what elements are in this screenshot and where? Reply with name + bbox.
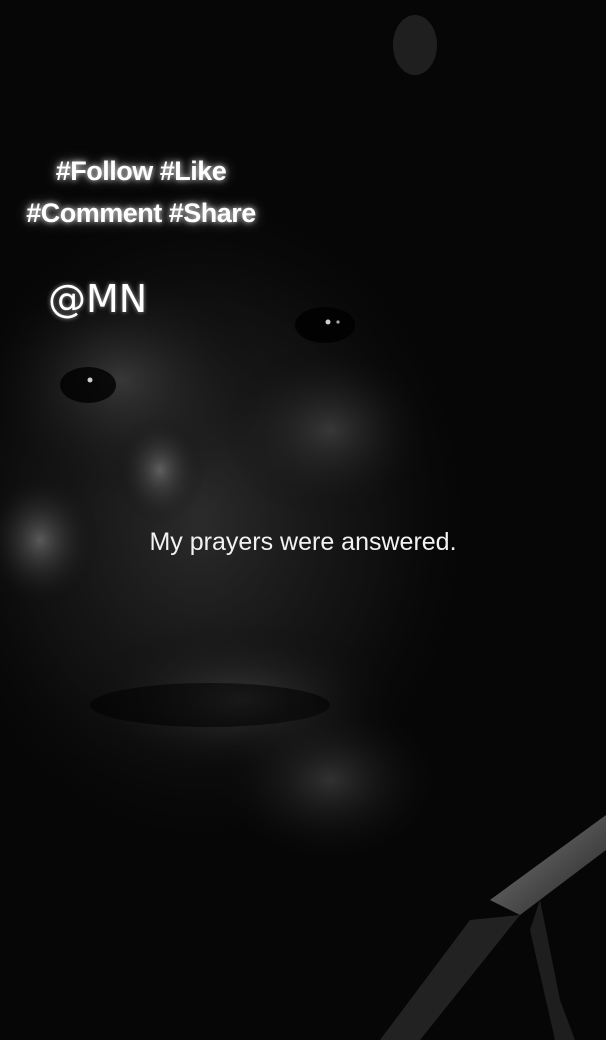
subtitle-caption: My prayers were answered. xyxy=(0,524,606,560)
hashtags-line-2: #Comment #Share xyxy=(26,198,256,228)
video-frame: #Follow #Like #Comment #Share @MN My pra… xyxy=(0,0,606,1040)
hashtags-overlay: #Follow #Like #Comment #Share xyxy=(0,150,282,234)
creator-handle: @MN xyxy=(48,277,148,321)
subtitle-text: My prayers were answered. xyxy=(149,528,457,556)
hashtags-line-1: #Follow #Like xyxy=(55,156,227,186)
